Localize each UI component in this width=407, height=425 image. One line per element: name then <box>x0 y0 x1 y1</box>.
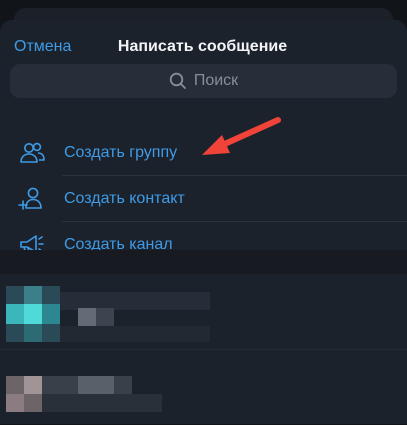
blurred-name <box>60 326 210 342</box>
contact-list <box>0 274 407 424</box>
blurred-avatar <box>42 304 60 324</box>
action-menu: Создать группу Создать контакт Создать к… <box>0 110 407 268</box>
blurred-avatar <box>6 394 24 412</box>
add-contact-icon <box>18 185 46 213</box>
search-placeholder: Поиск <box>193 72 239 89</box>
contact-row[interactable] <box>0 274 407 349</box>
blurred-avatar <box>24 286 42 304</box>
blurred-avatar <box>24 304 42 324</box>
contact-row[interactable] <box>0 349 407 425</box>
page-title: Написать сообщение <box>0 38 407 56</box>
page-title-text: Написать сообщение <box>117 38 288 55</box>
blurred-avatar <box>24 376 42 394</box>
blurred-avatar <box>6 304 24 324</box>
blurred-name <box>78 376 114 394</box>
create-group-label: Создать группу <box>64 144 178 161</box>
create-contact-label: Создать контакт <box>64 190 185 207</box>
group-icon <box>18 139 46 167</box>
create-group-item[interactable]: Создать группу <box>0 130 407 176</box>
search-input[interactable]: Поиск <box>10 64 397 98</box>
search-icon <box>169 72 187 90</box>
blurred-avatar <box>24 324 42 342</box>
blurred-name <box>96 308 114 326</box>
section-separator <box>0 250 407 274</box>
blurred-name <box>42 394 162 412</box>
create-contact-item[interactable]: Создать контакт <box>0 176 407 222</box>
blurred-name <box>78 308 96 326</box>
